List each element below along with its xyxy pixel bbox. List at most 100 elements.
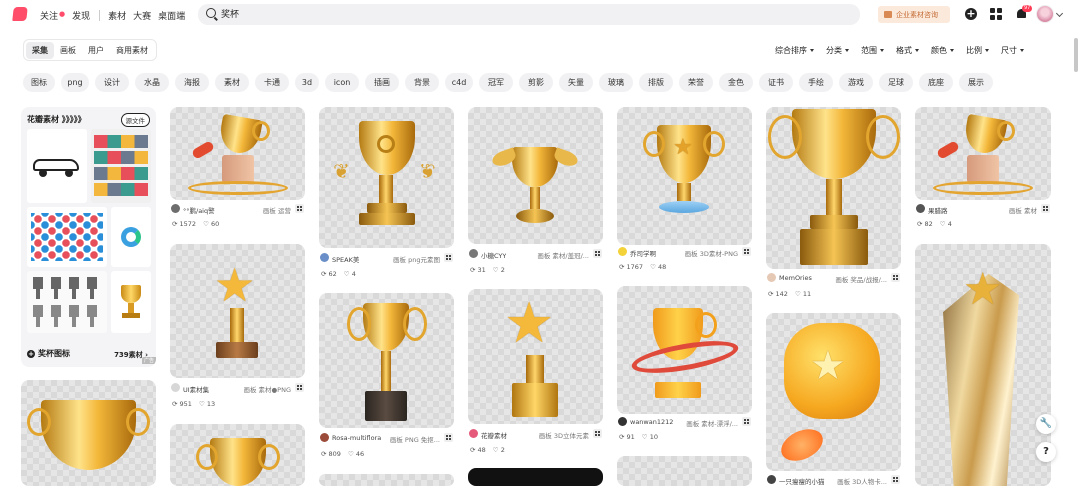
board-name[interactable]: 画板 素材●PNG [243, 384, 291, 394]
more-grid-icon[interactable] [593, 249, 602, 258]
more-grid-icon[interactable] [444, 253, 453, 262]
more-grid-icon[interactable] [444, 433, 453, 442]
image-card[interactable]: 小糖CYY 画板 素材/盖冠/... 31 2 [468, 107, 603, 276]
tab-user[interactable]: 用户 [82, 42, 110, 59]
tab-collect[interactable]: 采集 [26, 41, 54, 59]
board-name[interactable]: 画板 素材-漂浮/... [686, 418, 738, 428]
help-button[interactable]: ? [1036, 442, 1056, 462]
image-card[interactable]: wanwan1212 画板 素材-漂浮/... 91 10 [617, 286, 752, 446]
chip[interactable]: 展示 [959, 73, 993, 92]
board-name[interactable]: 画板 运营 [263, 205, 291, 215]
more-grid-icon[interactable] [742, 417, 751, 426]
nav-contest[interactable]: 大赛 [133, 9, 151, 22]
author-avatar[interactable] [618, 417, 627, 426]
chip[interactable]: 矢量 [559, 73, 593, 92]
filter-category[interactable]: 分类 [826, 45, 849, 56]
author-avatar[interactable] [320, 433, 329, 442]
author-avatar[interactable] [320, 253, 329, 262]
filter-range[interactable]: 范围 [861, 45, 884, 56]
chip[interactable]: icon [325, 73, 359, 92]
author-name[interactable]: Rosa-multiflora [332, 434, 381, 442]
author-name[interactable]: UI素材集 [183, 384, 209, 394]
board-name[interactable]: 画板 3D素材-PNG [685, 248, 738, 258]
more-grid-icon[interactable] [891, 273, 900, 282]
tab-board[interactable]: 画板 [54, 42, 82, 59]
author-avatar[interactable] [469, 249, 478, 258]
chip[interactable]: 冠军 [479, 73, 513, 92]
search-bar[interactable] [198, 4, 860, 25]
chip[interactable]: 素材 [215, 73, 249, 92]
chip[interactable]: 证书 [759, 73, 793, 92]
chip[interactable]: 玻璃 [599, 73, 633, 92]
chip[interactable]: 图标 [23, 73, 55, 92]
image-card[interactable] [617, 456, 752, 486]
author-name[interactable]: 花瓣素材 [481, 430, 507, 440]
chip[interactable]: 设计 [95, 73, 129, 92]
more-grid-icon[interactable] [593, 429, 602, 438]
logo-icon[interactable] [12, 7, 28, 21]
chip[interactable]: 底座 [919, 73, 953, 92]
chip[interactable]: 剪影 [519, 73, 553, 92]
board-name[interactable]: 画板 PNG 免抠... [390, 434, 440, 444]
filter-sort[interactable]: 综合排序 [775, 45, 814, 56]
author-name[interactable]: 乔司学啊 [630, 248, 656, 258]
chip[interactable]: c4d [445, 73, 473, 92]
ad-collection-card[interactable]: 花瓣素材 》》》》》 源文件 + 奖杯图标 739素材 › 广告 [21, 107, 156, 367]
author-name[interactable]: MemOries [779, 274, 812, 282]
nav-desktop[interactable]: 桌面端 [158, 9, 185, 22]
more-grid-icon[interactable] [891, 475, 900, 484]
author-avatar[interactable] [767, 475, 776, 484]
filter-size[interactable]: 尺寸 [1001, 45, 1024, 56]
chip[interactable]: 排版 [639, 73, 673, 92]
author-name[interactable]: 一只瘦瘦的小猫 [779, 476, 825, 486]
author-avatar[interactable] [469, 429, 478, 438]
image-card[interactable]: ★ UI素材集 画板 素材●PNG 951 13 [170, 244, 305, 411]
chip[interactable]: 金色 [719, 73, 753, 92]
image-card[interactable]: ❦ ❦ SPEAK美 画板 png元素图 62 4 [319, 107, 454, 284]
board-name[interactable]: 画板 3D人物卡... [837, 476, 887, 486]
author-avatar[interactable] [171, 383, 180, 392]
image-card[interactable]: MemOries 画板 奖品/战报/... 142 11 [766, 107, 901, 302]
more-grid-icon[interactable] [742, 247, 751, 256]
image-card[interactable]: ★ 花瓣素材 画板 3D立体元素 48 2 [468, 289, 603, 457]
chip[interactable]: 游戏 [839, 73, 873, 92]
scrollbar[interactable] [1074, 38, 1078, 72]
image-card[interactable] [21, 380, 156, 486]
filter-format[interactable]: 格式 [896, 45, 919, 56]
filter-ratio[interactable]: 比例 [966, 45, 989, 56]
enterprise-consult-button[interactable]: 企业素材咨询 [878, 6, 950, 23]
chip[interactable]: 3d [295, 73, 319, 92]
board-name[interactable]: 画板 素材/盖冠/... [537, 250, 589, 260]
chevron-down-icon[interactable] [1055, 9, 1064, 18]
image-card[interactable] [468, 468, 603, 486]
chip[interactable]: 卡通 [255, 73, 289, 92]
image-card[interactable] [319, 474, 454, 486]
nav-discover[interactable]: 发现 [72, 9, 90, 22]
board-name[interactable]: 画板 3D立体元素 [539, 430, 589, 440]
wrench-icon[interactable]: 🔧 [1036, 414, 1056, 434]
more-grid-icon[interactable] [1041, 204, 1050, 213]
search-input[interactable] [221, 8, 721, 18]
chip[interactable]: png [61, 73, 89, 92]
chip[interactable]: 水晶 [135, 73, 169, 92]
more-grid-icon[interactable] [295, 383, 304, 392]
user-avatar[interactable] [1036, 5, 1054, 23]
chip[interactable]: 海报 [175, 73, 209, 92]
more-grid-icon[interactable] [295, 204, 304, 213]
chip[interactable]: 背景 [405, 73, 439, 92]
nav-material[interactable]: 素材 [108, 9, 126, 22]
plus-circle-icon[interactable]: + [27, 349, 35, 358]
filter-color[interactable]: 颜色 [931, 45, 954, 56]
author-avatar[interactable] [916, 204, 925, 213]
board-name[interactable]: 画板 png元素图 [393, 254, 440, 264]
nav-follow[interactable]: 关注 [40, 9, 58, 22]
board-name[interactable]: 画板 奖品/战报/... [835, 274, 887, 284]
chip[interactable]: 荣誉 [679, 73, 713, 92]
author-name[interactable]: SPEAK美 [332, 254, 359, 264]
image-card[interactable]: ★ 乔司学啊 画板 3D素材-PNG 1767 48 [617, 107, 752, 277]
image-card[interactable]: Rosa-multiflora 画板 PNG 免抠... 809 46 [319, 293, 454, 461]
image-card[interactable] [170, 424, 305, 486]
image-card[interactable]: 果腊路 画板 素材 82 4 [915, 107, 1051, 231]
author-avatar[interactable] [618, 247, 627, 256]
author-name[interactable]: 果腊路 [928, 205, 948, 215]
